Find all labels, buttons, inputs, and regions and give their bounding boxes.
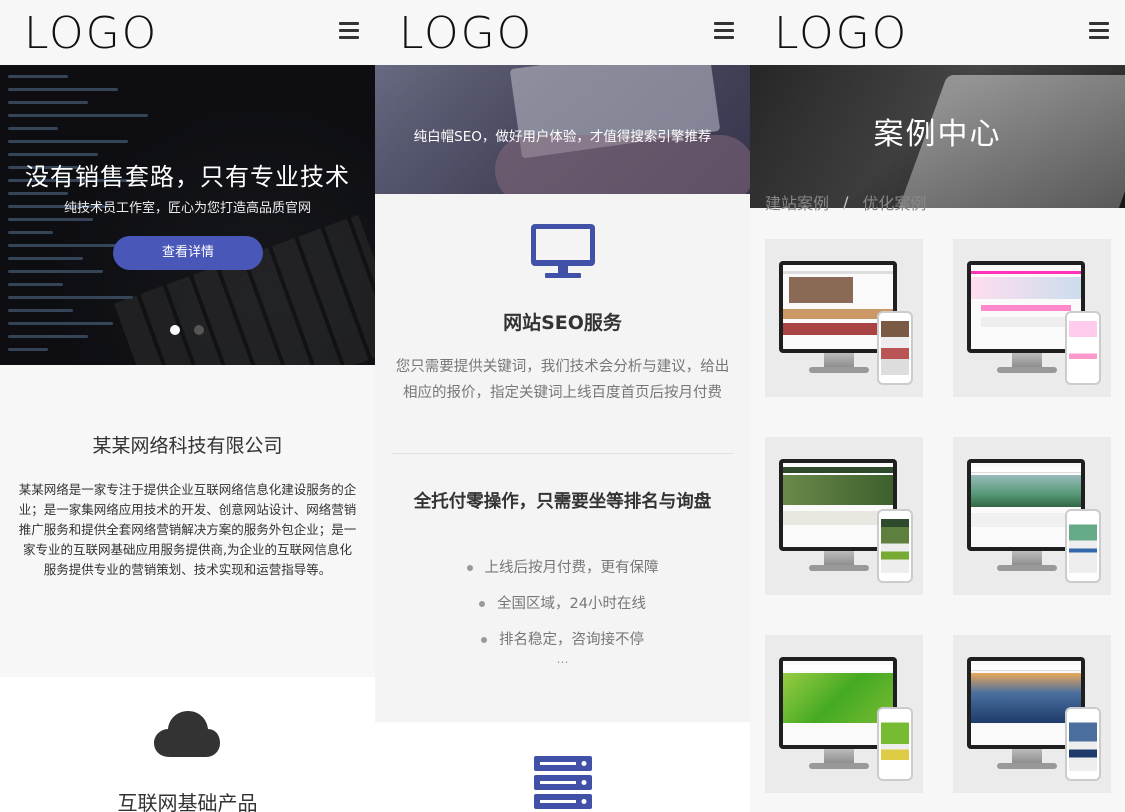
screen-cases: LOGO 案例中心 建站案例 / 优化案例 <box>750 0 1125 812</box>
hero-banner: 没有销售套路，只有专业技术 纯技术员工作室，匠心为您打造高品质官网 查看详情 <box>0 65 375 365</box>
header: LOGO <box>375 0 750 65</box>
service-description: 您只需要提供关键词，我们技术会分析与建议，给出相应的报价，指定关键词上线百度首页… <box>395 359 730 401</box>
company-section: 某某网络科技有限公司 某某网络是一家专注于提供企业互联网络信息化建设服务的企业；… <box>0 365 375 677</box>
case-tabs: 建站案例 / 优化案例 <box>765 190 926 214</box>
carousel-dot-1[interactable] <box>170 325 180 335</box>
case-thumbnail[interactable] <box>953 239 1111 397</box>
service-subtitle: 全托付零操作，只需要坐等排名与询盘 <box>413 492 712 512</box>
hamburger-menu-icon[interactable] <box>714 22 734 40</box>
tab-separator: / <box>843 192 849 212</box>
case-thumbnail[interactable] <box>953 437 1111 595</box>
logo[interactable]: LOGO <box>24 8 158 60</box>
phone-mockup <box>1065 509 1101 583</box>
carousel-dot-2[interactable] <box>194 325 204 335</box>
list-item: 全国区域，24小时在线 <box>375 592 750 628</box>
cases-banner: 案例中心 <box>750 65 1125 208</box>
list-item: 上线后按月付费，更有保障 <box>375 556 750 592</box>
phone-mockup <box>1065 311 1101 385</box>
hamburger-menu-icon[interactable] <box>339 22 359 40</box>
feature-list: 上线后按月付费，更有保障 全国区域，24小时在线 排名稳定，咨询接不停 <box>375 556 750 664</box>
monitor-icon <box>531 224 595 278</box>
tab-seo-cases[interactable]: 优化案例 <box>862 190 926 214</box>
server-section <box>375 722 750 812</box>
case-thumbnail[interactable] <box>953 635 1111 793</box>
screen-seo: LOGO 纯白帽SEO，做好用户体验，才值得搜索引擎推荐 网站SEO服务 您只需… <box>375 0 750 812</box>
screen-home: LOGO 没有销售套路，只有专业技术 纯技术员工作室，匠心为您打造高品质官网 查… <box>0 0 375 812</box>
header: LOGO <box>0 0 375 65</box>
banner-title: 案例中心 <box>873 117 1002 152</box>
company-description: 某某网络是一家专注于提供企业互联网络信息化建设服务的企业；是一家集网络应用技术的… <box>18 482 357 577</box>
company-title: 某某网络科技有限公司 <box>92 435 283 457</box>
case-thumbnail[interactable] <box>765 437 923 595</box>
bullet-icon <box>481 637 487 643</box>
seo-service-section: 网站SEO服务 您只需要提供关键词，我们技术会分析与建议，给出相应的报价，指定关… <box>375 194 750 722</box>
divider <box>391 453 734 454</box>
bullet-icon <box>479 601 486 607</box>
hero-title: 没有销售套路，只有专业技术 <box>25 163 350 191</box>
tab-website-cases[interactable]: 建站案例 <box>765 190 829 214</box>
internet-products-section: 互联网基础产品 <box>0 677 375 812</box>
case-thumbnail[interactable] <box>765 239 923 397</box>
phone-mockup <box>877 311 913 385</box>
logo[interactable]: LOGO <box>399 8 533 60</box>
section-title: 互联网基础产品 <box>117 791 258 812</box>
bullet-icon <box>466 565 473 571</box>
phone-mockup <box>877 509 913 583</box>
case-thumbnail[interactable] <box>765 635 923 793</box>
hamburger-menu-icon[interactable] <box>1089 22 1109 40</box>
header: LOGO <box>750 0 1125 65</box>
phone-mockup <box>1065 707 1101 781</box>
phone-mockup <box>877 707 913 781</box>
service-title: 网站SEO服务 <box>503 312 622 334</box>
banner-text: 纯白帽SEO，做好用户体验，才值得搜索引擎推荐 <box>413 129 712 145</box>
view-details-button[interactable]: 查看详情 <box>113 236 263 270</box>
more-ellipsis: … <box>556 652 569 666</box>
cloud-icon <box>154 711 220 757</box>
carousel-dots <box>170 325 204 335</box>
hero-subtitle: 纯技术员工作室，匠心为您打造高品质官网 <box>63 201 311 216</box>
logo[interactable]: LOGO <box>774 8 908 60</box>
seo-banner: 纯白帽SEO，做好用户体验，才值得搜索引擎推荐 <box>375 65 750 194</box>
server-icon <box>534 756 592 809</box>
